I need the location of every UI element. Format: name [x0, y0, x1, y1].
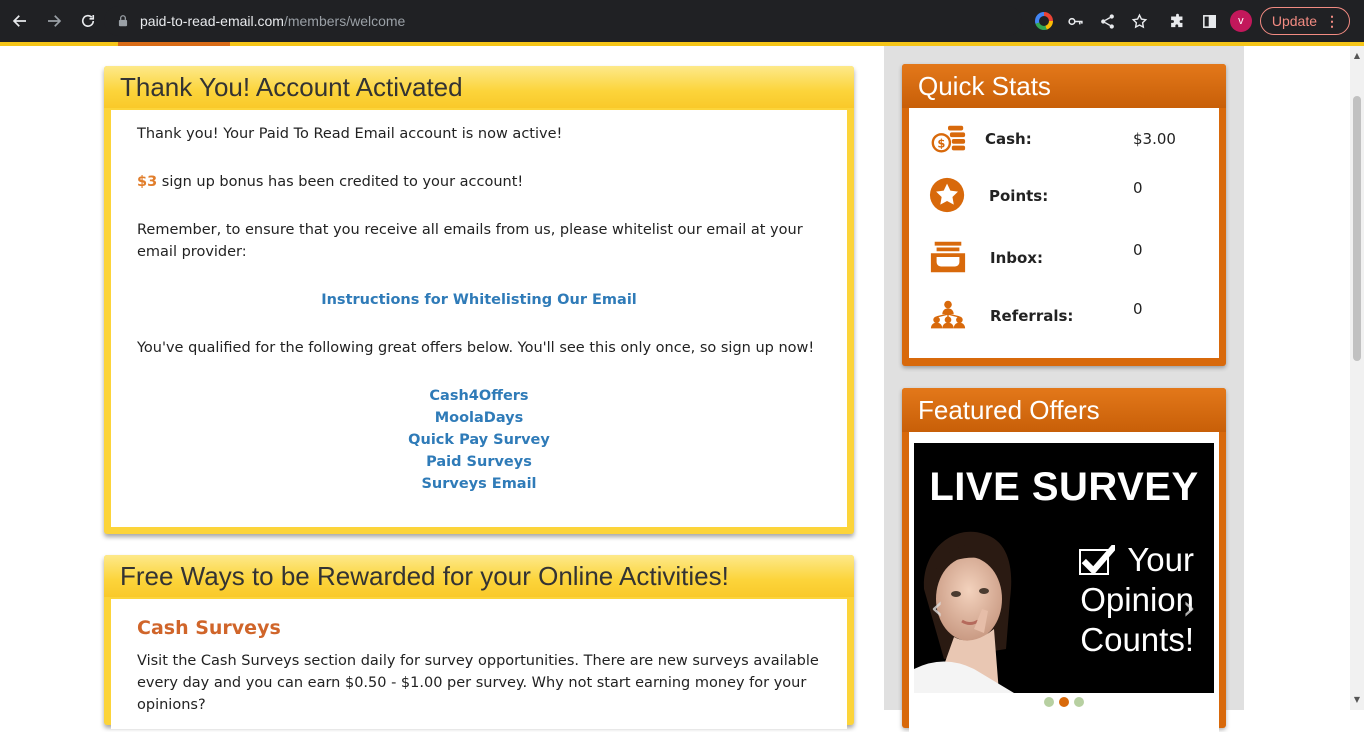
star-icon	[929, 177, 965, 213]
bonus-text: sign up bonus has been credited to your …	[157, 174, 524, 190]
sidepanel-icon[interactable]	[1194, 5, 1226, 37]
banner-line-1: Your	[1079, 541, 1194, 579]
offer-link-mooladays[interactable]: MoolaDays	[111, 407, 847, 429]
featured-offers-title: Featured Offers	[918, 394, 1100, 425]
carousel-dots	[909, 697, 1219, 707]
quick-stats-title: Quick Stats	[918, 70, 1051, 101]
welcome-panel-title: Thank You! Account Activated	[120, 71, 463, 102]
offers-intro: You've qualified for the following great…	[137, 340, 815, 356]
welcome-panel-header: Thank You! Account Activated	[104, 66, 854, 108]
whitelist-instructions-link[interactable]: Instructions for Whitelisting Our Email	[111, 289, 847, 311]
forward-icon[interactable]	[38, 5, 70, 37]
inbox-icon	[930, 241, 966, 273]
quick-stats-header: Quick Stats	[902, 64, 1226, 108]
page-scrollbar[interactable]: ▲ ▼	[1350, 46, 1364, 710]
banner-line-2: Opinion	[1080, 581, 1194, 618]
offer-link-paid-surveys[interactable]: Paid Surveys	[111, 451, 847, 473]
offer-link-quick-pay-survey[interactable]: Quick Pay Survey	[111, 429, 847, 451]
rewards-panel-title: Free Ways to be Rewarded for your Online…	[120, 560, 729, 591]
update-label: Update	[1271, 13, 1317, 29]
referrals-icon	[930, 300, 966, 329]
active-nav-marker	[118, 42, 230, 46]
key-icon[interactable]	[1060, 5, 1092, 37]
welcome-panel-body: Thank you! Your Paid To Read Email accou…	[111, 110, 847, 527]
offer-link-cash4offers[interactable]: Cash4Offers	[111, 385, 847, 407]
stat-value-referrals: 0	[1133, 300, 1143, 318]
stat-row-points: Points: 0	[909, 176, 1219, 216]
lock-icon	[118, 15, 128, 27]
profile-avatar[interactable]: v	[1229, 10, 1252, 32]
svg-text:$: $	[937, 137, 945, 151]
carousel-next-icon[interactable]: ›	[1178, 591, 1200, 625]
banner-title: LIVE SURVEY	[929, 465, 1199, 509]
bonus-amount: $3	[137, 174, 158, 190]
carousel-prev-icon[interactable]: ‹	[926, 591, 948, 625]
live-survey-banner[interactable]: LIVE SURVEY Your Opinion Counts! ‹ ›	[914, 443, 1214, 693]
activation-message: Thank you! Your Paid To Read Email accou…	[137, 126, 563, 142]
stat-row-referrals: Referrals: 0	[909, 297, 1219, 337]
update-button[interactable]: Update ⋮	[1259, 7, 1350, 35]
rewards-panel-header: Free Ways to be Rewarded for your Online…	[104, 555, 854, 597]
stat-label-cash: Cash:	[985, 130, 1032, 148]
extensions-icon[interactable]	[1162, 5, 1194, 37]
bonus-message: $3 sign up bonus has been credited to yo…	[137, 171, 827, 193]
kebab-menu-icon[interactable]: ⋮	[1325, 13, 1339, 30]
quick-stats-body: $ Cash: $3.00 Points: 0 Inbox: 0 Referra…	[909, 108, 1219, 358]
featured-offers-widget: Featured Offers LIVE SURVEY Your Opinion…	[902, 388, 1226, 732]
share-icon[interactable]	[1092, 5, 1124, 37]
offer-links: Cash4Offers MoolaDays Quick Pay Survey P…	[111, 385, 847, 495]
scroll-down-icon[interactable]: ▼	[1353, 696, 1361, 704]
browser-toolbar: paid-to-read-email.com/members/welcome v…	[0, 0, 1364, 42]
scroll-up-icon[interactable]: ▲	[1353, 52, 1361, 60]
url-path: /members/welcome	[283, 13, 406, 29]
quick-stats-widget: Quick Stats $ Cash: $3.00 Points: 0 Inbo…	[902, 64, 1226, 366]
url-host: paid-to-read-email.com	[140, 13, 284, 29]
bookmark-star-icon[interactable]	[1124, 5, 1156, 37]
stat-row-cash: $ Cash: $3.00	[909, 120, 1219, 160]
cash-surveys-description: Visit the Cash Surveys section daily for…	[137, 653, 819, 713]
carousel-dot[interactable]	[1074, 697, 1084, 707]
stat-label-referrals: Referrals:	[990, 307, 1074, 325]
google-icon[interactable]	[1028, 5, 1060, 37]
whitelist-message: Remember, to ensure that you receive all…	[137, 222, 803, 260]
coins-icon: $	[931, 125, 966, 153]
stat-value-points: 0	[1133, 179, 1143, 197]
stat-value-cash: $3.00	[1133, 130, 1176, 148]
reload-icon[interactable]	[72, 5, 104, 37]
banner-line-3: Counts!	[1080, 621, 1194, 658]
banner-text-your: Your	[1127, 541, 1194, 578]
stat-value-inbox: 0	[1133, 241, 1143, 259]
stat-label-inbox: Inbox:	[990, 249, 1043, 267]
featured-offers-body: LIVE SURVEY Your Opinion Counts! ‹ ›	[909, 432, 1219, 732]
stat-label-points: Points:	[989, 187, 1049, 205]
cash-surveys-heading: Cash Surveys	[137, 617, 281, 639]
checkbox-checked-icon	[1079, 545, 1116, 576]
rewards-panel: Free Ways to be Rewarded for your Online…	[104, 555, 854, 729]
back-icon[interactable]	[4, 5, 36, 37]
stat-row-inbox: Inbox: 0	[909, 238, 1219, 278]
carousel-dot[interactable]	[1044, 697, 1054, 707]
welcome-panel: Thank You! Account Activated Thank you! …	[104, 66, 854, 534]
offer-link-surveys-email[interactable]: Surveys Email	[111, 473, 847, 495]
scroll-thumb[interactable]	[1353, 96, 1361, 361]
featured-offers-header: Featured Offers	[902, 388, 1226, 432]
carousel-dot-active[interactable]	[1059, 697, 1069, 707]
address-bar[interactable]: paid-to-read-email.com/members/welcome	[104, 6, 1022, 36]
